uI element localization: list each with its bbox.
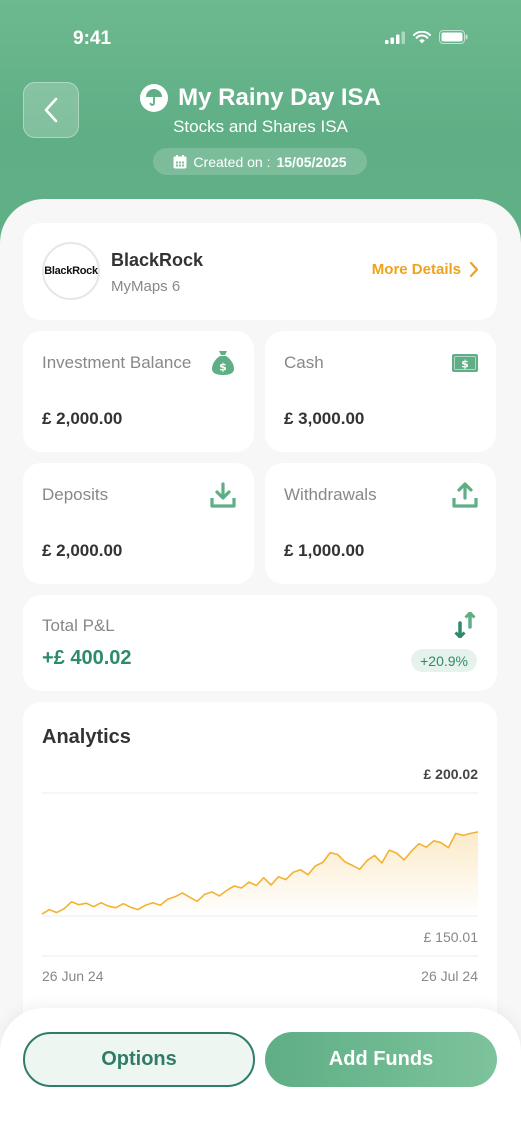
banknote-icon: $ [452,349,478,377]
chart-min-label: £ 150.01 [424,929,479,945]
pl-percent-badge: +20.9% [411,649,477,672]
more-details-label: More Details [371,261,461,278]
svg-text:$: $ [461,358,469,371]
chart-start-date: 26 Jun 24 [42,968,104,984]
money-bag-icon: $ [210,349,236,377]
chart-end-date: 26 Jul 24 [421,968,478,984]
chart-max-label: £ 200.02 [424,766,479,782]
provider-product: MyMaps 6 [111,278,181,295]
calendar-icon [173,154,187,168]
analytics-chart: £ 200.02 £ 150.01 26 Jun 24 26 Jul 24 [41,766,479,984]
investment-balance-card: Investment Balance £ 2,000.00 $ [23,331,254,452]
swap-arrows-icon [454,611,476,643]
deposits-card: Deposits £ 2,000.00 [23,463,254,584]
deposits-label: Deposits [42,485,109,504]
cash-value: £ 3,000.00 [284,409,365,428]
chart-area-fill [42,831,478,916]
options-button[interactable]: Options [23,1032,255,1087]
deposits-value: £ 2,000.00 [42,541,123,560]
status-time: 9:41 [73,28,112,49]
page-title: My Rainy Day ISA [178,84,381,111]
page-title-row: My Rainy Day ISA [0,84,521,112]
cash-label: Cash [284,353,324,372]
total-pl-card: Total P&L +£ 400.02 +20.9% [23,595,497,691]
signal-icon [385,31,405,44]
upload-icon [452,481,478,509]
page-subtitle: Stocks and Shares ISA [173,117,348,136]
chevron-right-icon [469,261,479,278]
analytics-card: Analytics £ 200.02 £ 150.01 26 Jun 24 26… [23,702,497,1032]
provider-logo: BlackRock [42,242,100,300]
withdrawals-card: Withdrawals £ 1,000.00 [265,463,496,584]
withdrawals-label: Withdrawals [284,485,377,504]
download-icon [210,481,236,509]
wifi-icon [413,30,431,43]
cash-card: Cash £ 3,000.00 $ [265,331,496,452]
created-label: Created on : [193,153,271,170]
status-icons [385,30,468,44]
provider-name: BlackRock [111,250,204,270]
svg-text:$: $ [219,361,227,374]
battery-icon [439,30,468,44]
total-pl-label: Total P&L [42,616,115,635]
created-date-badge: Created on : 15/05/2025 [153,148,367,175]
umbrella-icon [140,84,169,112]
created-date: 15/05/2025 [276,153,347,170]
more-details-link[interactable]: More Details [372,261,479,278]
investment-balance-label: Investment Balance [42,353,192,372]
add-funds-button[interactable]: Add Funds [265,1032,497,1087]
investment-balance-value: £ 2,000.00 [42,409,123,428]
status-bar: 9:41 [0,0,521,80]
total-pl-value: +£ 400.02 [42,647,132,669]
withdrawals-value: £ 1,000.00 [284,541,365,560]
provider-card: BlackRock BlackRock MyMaps 6 More Detail… [23,223,497,320]
